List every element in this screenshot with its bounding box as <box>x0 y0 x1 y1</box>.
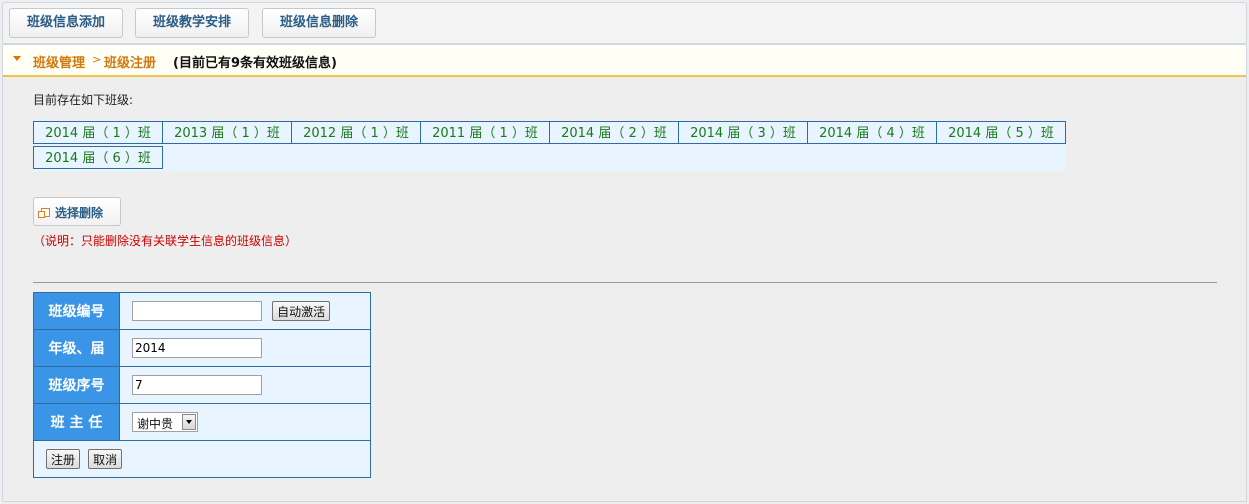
class-cell[interactable]: 2014 届（ 5 ）班 <box>936 121 1066 144</box>
class-count-text: (目前已有9条有效班级信息) <box>173 56 337 71</box>
class-cell[interactable]: 2014 届（ 1 ）班 <box>33 121 163 144</box>
breadcrumb: 班级管理 > 班级注册 (目前已有9条有效班级信息) <box>3 45 1246 77</box>
head-teacher-label: 班 主 任 <box>33 403 120 441</box>
head-teacher-select[interactable]: 谢中贵 <box>132 412 198 432</box>
add-class-info-button[interactable]: 班级信息添加 <box>9 8 123 38</box>
chevron-down-icon[interactable] <box>182 414 196 430</box>
divider <box>33 282 1217 283</box>
breadcrumb-separator: > <box>92 53 102 66</box>
delete-class-info-button[interactable]: 班级信息删除 <box>262 8 376 38</box>
grade-input[interactable] <box>132 338 262 358</box>
existing-classes-label: 目前存在如下班级: <box>33 93 134 107</box>
main-panel: 班级管理 > 班级注册 (目前已有9条有效班级信息) 目前存在如下班级: 201… <box>2 44 1247 502</box>
class-seq-label: 班级序号 <box>33 366 120 404</box>
register-button[interactable]: 注册 <box>46 449 81 469</box>
class-seq-input[interactable] <box>132 375 262 395</box>
class-number-input[interactable] <box>132 301 262 321</box>
head-teacher-selected: 谢中贵 <box>137 417 174 431</box>
breadcrumb-class-management[interactable]: 班级管理 <box>33 52 85 71</box>
auto-activate-button[interactable]: 自动激活 <box>272 301 331 321</box>
class-cell[interactable]: 2014 届（ 3 ）班 <box>678 121 808 144</box>
class-cell[interactable]: 2014 届（ 6 ）班 <box>33 146 163 169</box>
select-delete-label: 选择删除 <box>55 206 104 220</box>
delete-note: （说明：只能删除没有关联学生信息的班级信息） <box>33 234 298 248</box>
class-cell[interactable]: 2011 届（ 1 ）班 <box>420 121 550 144</box>
class-registration-form: 班级编号 自动激活 年级、届 班级序号 班 主 任 谢中贵 <box>33 292 371 478</box>
cancel-button[interactable]: 取消 <box>88 449 123 469</box>
class-cell[interactable]: 2014 届（ 2 ）班 <box>549 121 679 144</box>
class-cell[interactable]: 2013 届（ 1 ）班 <box>162 121 292 144</box>
class-cell[interactable]: 2014 届（ 4 ）班 <box>807 121 937 144</box>
class-teaching-arrangement-button[interactable]: 班级教学安排 <box>135 8 249 38</box>
delete-window-icon <box>38 208 50 218</box>
class-list: 2014 届（ 1 ）班 2013 届（ 1 ）班 2012 届（ 1 ）班 2… <box>33 121 1066 171</box>
breadcrumb-class-registration[interactable]: 班级注册 <box>104 52 156 71</box>
select-delete-button[interactable]: 选择删除 <box>33 197 121 226</box>
collapse-triangle-icon[interactable] <box>13 56 21 61</box>
class-number-label: 班级编号 <box>33 292 120 330</box>
class-cell[interactable]: 2012 届（ 1 ）班 <box>291 121 421 144</box>
toolbar: 班级信息添加 班级教学安排 班级信息删除 <box>2 2 1247 44</box>
grade-label: 年级、届 <box>33 329 120 367</box>
